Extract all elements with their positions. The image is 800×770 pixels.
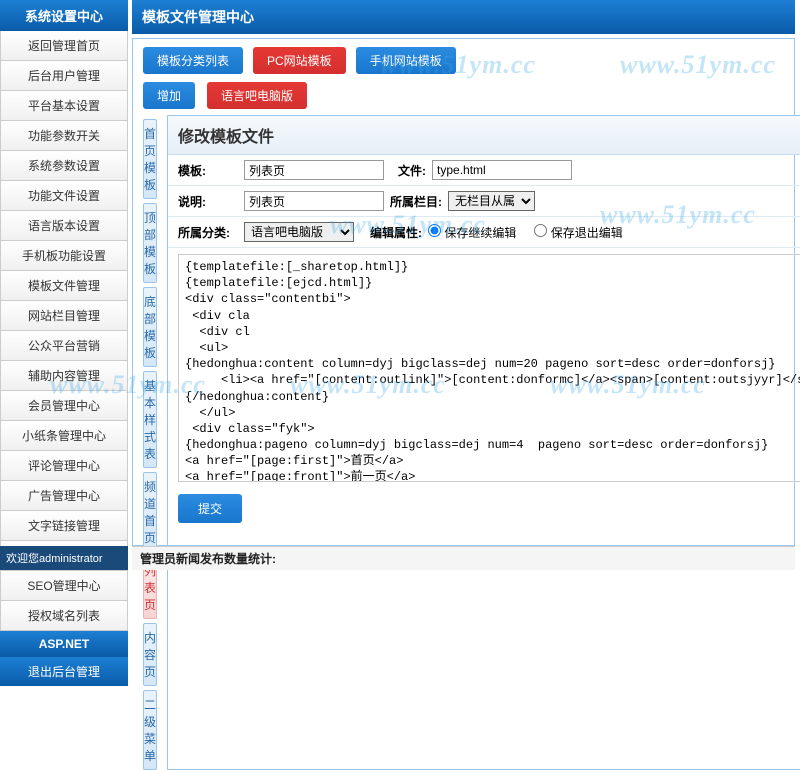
lang-pc-button[interactable]: 语言吧电脑版 <box>207 82 307 109</box>
sidebar-item-15[interactable]: 广告管理中心 <box>0 481 128 511</box>
tpl-label: 模板: <box>178 162 238 179</box>
sidebar-title: 系统设置中心 <box>0 0 128 31</box>
sidebar-logout[interactable]: 退出后台管理 <box>0 657 128 686</box>
subnav-item-1[interactable]: 顶部模板 <box>143 203 157 283</box>
file-label: 文件: <box>390 162 426 179</box>
sidebar: 系统设置中心 返回管理首页后台用户管理平台基本设置功能参数开关系统参数设置功能文… <box>0 0 128 570</box>
desc-label: 说明: <box>178 193 238 210</box>
subnav-item-6[interactable]: 内容页 <box>143 623 157 686</box>
sidebar-item-11[interactable]: 辅助内容管理 <box>0 361 128 391</box>
sidebar-item-1[interactable]: 后台用户管理 <box>0 61 128 91</box>
main: 模板文件管理中心 模板分类列表 PC网站模板 手机网站模板 增加 语言吧电脑版 … <box>132 0 795 570</box>
subnav-item-7[interactable]: 二级菜单 <box>143 690 157 770</box>
sidebar-item-2[interactable]: 平台基本设置 <box>0 91 128 121</box>
sidebar-item-4[interactable]: 系统参数设置 <box>0 151 128 181</box>
edit-attr-label: 编辑属性: <box>370 224 422 241</box>
file-input[interactable] <box>432 160 572 180</box>
sub-nav: 首页模板顶部模板底部模板基本样式表频道首页列表页内容页二级菜单 <box>143 115 157 770</box>
sidebar-item-16[interactable]: 文字链接管理 <box>0 511 128 541</box>
stats-bar: 管理员新闻发布数量统计: <box>132 546 795 570</box>
cat-label: 所属分类: <box>178 224 238 241</box>
panel-title: 修改模板文件 <box>168 116 800 155</box>
col-label: 所属栏目: <box>390 193 442 210</box>
sidebar-item-5[interactable]: 功能文件设置 <box>0 181 128 211</box>
add-button[interactable]: 增加 <box>143 82 195 109</box>
tab-mobile-template[interactable]: 手机网站模板 <box>356 47 456 74</box>
content-box: 模板分类列表 PC网站模板 手机网站模板 增加 语言吧电脑版 首页模板顶部模板底… <box>132 38 795 546</box>
top-tabs: 模板分类列表 PC网站模板 手机网站模板 <box>143 47 784 74</box>
sidebar-item-9[interactable]: 网站栏目管理 <box>0 301 128 331</box>
desc-input[interactable] <box>244 191 384 211</box>
radio-exit[interactable] <box>534 224 547 237</box>
page-title: 模板文件管理中心 <box>132 0 795 34</box>
welcome-bar: 欢迎您administrator <box>0 546 128 570</box>
sidebar-item-14[interactable]: 评论管理中心 <box>0 451 128 481</box>
col-select[interactable]: 无栏目从属 <box>448 191 535 211</box>
subnav-item-3[interactable]: 基本样式表 <box>143 371 157 468</box>
subnav-item-2[interactable]: 底部模板 <box>143 287 157 367</box>
sidebar-item-10[interactable]: 公众平台营销 <box>0 331 128 361</box>
edit-panel: 修改模板文件 模板: 文件: 说明: 所属栏目: 无栏目从属 所属分类: 语言吧… <box>167 115 800 770</box>
tab-pc-template[interactable]: PC网站模板 <box>253 47 346 74</box>
sidebar-item-0[interactable]: 返回管理首页 <box>0 31 128 61</box>
tpl-input[interactable] <box>244 160 384 180</box>
sidebar-item-3[interactable]: 功能参数开关 <box>0 121 128 151</box>
sidebar-item-18[interactable]: SEO管理中心 <box>0 571 128 601</box>
tab-template-category-list[interactable]: 模板分类列表 <box>143 47 243 74</box>
code-textarea[interactable]: {templatefile:[_sharetop.html]} {templat… <box>178 254 800 482</box>
subnav-item-0[interactable]: 首页模板 <box>143 119 157 199</box>
sidebar-item-12[interactable]: 会员管理中心 <box>0 391 128 421</box>
subnav-item-4[interactable]: 频道首页 <box>143 472 157 552</box>
sidebar-aspnet[interactable]: ASP.NET <box>0 631 128 657</box>
sidebar-item-8[interactable]: 模板文件管理 <box>0 271 128 301</box>
radio-continue[interactable] <box>428 224 441 237</box>
action-row: 增加 语言吧电脑版 <box>143 82 784 109</box>
sidebar-item-6[interactable]: 语言版本设置 <box>0 211 128 241</box>
opt-exit[interactable]: 保存退出编辑 <box>534 224 622 241</box>
sidebar-item-13[interactable]: 小纸条管理中心 <box>0 421 128 451</box>
cat-select[interactable]: 语言吧电脑版 <box>244 222 354 242</box>
sidebar-item-19[interactable]: 授权域名列表 <box>0 601 128 631</box>
sidebar-item-7[interactable]: 手机板功能设置 <box>0 241 128 271</box>
opt-continue[interactable]: 保存继续编辑 <box>428 224 516 241</box>
submit-button[interactable]: 提交 <box>178 494 242 523</box>
